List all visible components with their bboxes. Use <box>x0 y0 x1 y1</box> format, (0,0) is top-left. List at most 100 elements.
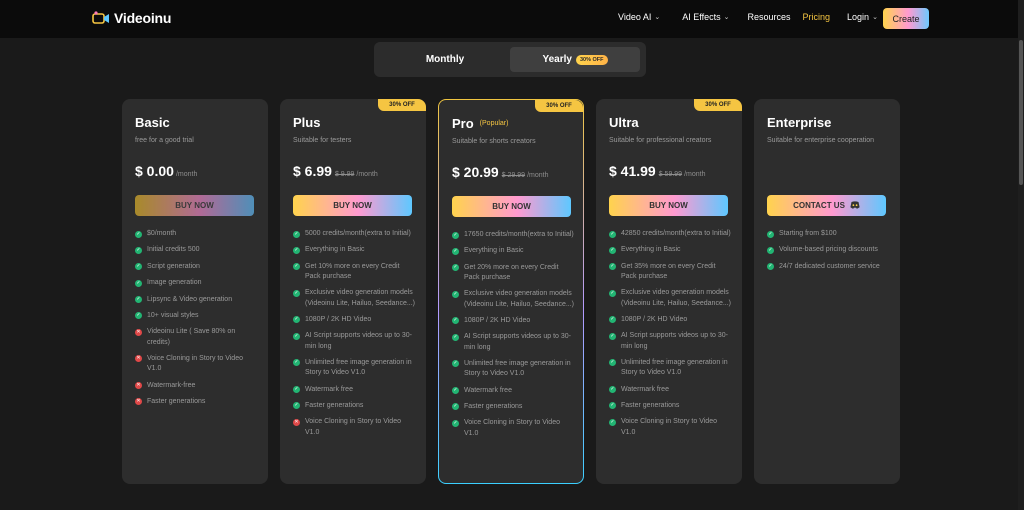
check-icon: ✓ <box>135 296 142 304</box>
feature-item: ✓ Get 35% more on every Credit Pack purc… <box>609 262 733 282</box>
feature-text: Faster generations <box>621 401 680 409</box>
check-icon: ✓ <box>767 263 774 271</box>
feature-item: ✓ AI Script supports videos up to 30-min… <box>293 331 417 351</box>
feature-text: Script generation <box>147 262 200 270</box>
feature-item: ✓ Voice Cloning in Story to Video V1.0 <box>452 418 576 438</box>
feature-item: ✓ Unlimited free image generation in Sto… <box>609 358 733 378</box>
check-icon: ✓ <box>452 247 459 255</box>
nav-item-login[interactable]: Login ⌄ <box>847 12 878 22</box>
plan-title: Basic <box>135 115 170 130</box>
feature-item: ✓ AI Script supports videos up to 30-min… <box>609 331 733 351</box>
pricing-page: Videoinu Video AI ⌄ AI Effects ⌄ Resources Pr… <box>0 0 1024 510</box>
feature-item: ✓ Faster generations <box>452 402 576 412</box>
feature-text: Unlimited free image generation in Story… <box>621 358 728 377</box>
feature-text: 1080P / 2K HD Video <box>305 315 372 323</box>
check-icon: ✓ <box>293 246 300 254</box>
billing-monthly-label: Monthly <box>425 54 465 65</box>
nav-item-resources[interactable]: Resources <box>747 12 790 22</box>
check-icon: ✓ <box>609 402 616 410</box>
check-icon: ✓ <box>609 359 616 367</box>
check-icon: ✓ <box>293 230 300 238</box>
check-icon: ✓ <box>135 312 142 320</box>
feature-text: AI Script supports videos up to 30-min l… <box>464 333 571 351</box>
create-button[interactable]: Create <box>883 8 929 29</box>
feature-text: Watermark free <box>464 386 512 394</box>
nav-item-label: Resources <box>747 12 791 22</box>
check-icon: ✓ <box>452 387 459 395</box>
page-scrollbar[interactable] <box>1018 0 1024 510</box>
top-nav-bar: Videoinu Video AI ⌄ AI Effects ⌄ Resources Pr… <box>0 0 1024 38</box>
feature-text: Voice Cloning in Story to Video V1.0 <box>305 418 401 436</box>
cross-icon: ✕ <box>135 398 142 406</box>
check-icon: ✓ <box>609 263 616 271</box>
price-period: /month <box>175 171 198 178</box>
nav-item-label: Login <box>847 12 870 22</box>
nav-item-video-ai[interactable]: Video AI ⌄ <box>618 12 660 22</box>
discord-icon <box>850 200 860 211</box>
plan-title: Plus <box>293 115 320 130</box>
plan-card-basic: Basic free for a good trial $ 0.00/month … <box>122 99 268 484</box>
feature-text: 42850 credits/month(extra to Initial) <box>621 230 731 237</box>
button-label: BUY NOW <box>333 201 372 210</box>
billing-monthly-option[interactable]: Monthly <box>380 47 510 72</box>
feature-item: ✓ $0/month <box>135 229 259 239</box>
check-icon: ✓ <box>293 289 300 297</box>
price-period: /month <box>527 172 549 179</box>
logo-text: Videoinu <box>114 10 172 26</box>
buy-now-button[interactable]: BUY NOW <box>452 196 571 217</box>
cross-icon: ✕ <box>293 418 300 426</box>
check-icon: ✓ <box>452 264 459 272</box>
plan-description: Suitable for enterprise cooperation <box>767 137 875 144</box>
feature-item: ✕ Videoinu Lite ( Save 80% on credits) <box>135 327 259 347</box>
nav-item-pricing[interactable]: Pricing <box>803 12 831 22</box>
billing-yearly-option[interactable]: Yearly 30% OFF <box>510 47 640 72</box>
plan-name: Pro <box>452 116 474 131</box>
buy-now-button[interactable]: BUY NOW <box>609 195 728 216</box>
feature-text: Faster generations <box>147 397 206 405</box>
feature-item: ✕ Watermark-free <box>135 381 259 391</box>
buy-now-button[interactable]: BUY NOW <box>135 195 254 216</box>
check-icon: ✓ <box>293 316 300 324</box>
check-icon: ✓ <box>609 332 616 340</box>
logo[interactable]: Videoinu <box>92 10 171 26</box>
check-icon: ✓ <box>452 360 459 368</box>
plan-name: Enterprise <box>767 115 832 130</box>
scrollbar-thumb[interactable] <box>1019 40 1023 185</box>
plan-price: $ 41.99 <box>609 163 656 179</box>
check-icon: ✓ <box>609 289 616 297</box>
feature-text: $0/month <box>147 230 177 237</box>
feature-item: ✓ Unlimited free image generation in Sto… <box>293 358 417 378</box>
button-label: BUY NOW <box>492 202 531 211</box>
plan-title: Ultra <box>609 115 639 130</box>
feature-text: Exclusive video generation models (Video… <box>464 290 574 308</box>
feature-list: ✓ 5000 credits/month(extra to Initial) ✓… <box>293 229 417 444</box>
feature-item: ✓ Script generation <box>135 262 259 272</box>
plan-card-pro: 30% OFF Pro (Popular) Suitable for shorts c… <box>438 99 584 484</box>
price-row: $ 6.99 $ 9.99/month <box>293 163 378 179</box>
feature-text: Unlimited free image generation in Story… <box>305 358 412 377</box>
plan-name: Plus <box>293 115 321 130</box>
feature-text: AI Script supports videos up to 30-min l… <box>621 332 728 350</box>
feature-text: Watermark-free <box>147 381 196 389</box>
plan-card-enterprise: Enterprise Suitable for enterprise cooper… <box>754 99 900 484</box>
feature-item: ✓ Starting from $100 <box>767 229 891 239</box>
feature-text: Starting from $100 <box>779 230 837 237</box>
feature-item: ✓ Everything in Basic <box>452 246 576 256</box>
nav-item-label: Pricing <box>802 12 831 22</box>
check-icon: ✓ <box>293 332 300 340</box>
feature-list: ✓ 42850 credits/month(extra to Initial) … <box>609 229 733 444</box>
feature-item: ✓ Watermark free <box>609 385 733 395</box>
contact-us-button[interactable]: CONTACT US <box>767 195 886 216</box>
feature-item: ✓ Everything in Basic <box>609 245 733 255</box>
cross-icon: ✕ <box>135 382 142 390</box>
feature-text: Watermark free <box>305 385 353 393</box>
feature-text: Get 20% more on every Credit Pack purcha… <box>464 263 559 281</box>
discount-badge: 30% OFF <box>378 99 426 111</box>
check-icon: ✓ <box>135 246 142 254</box>
feature-item: ✓ 1080P / 2K HD Video <box>452 316 576 326</box>
main-nav: Video AI ⌄ AI Effects ⌄ Resources Pricing Logi… <box>618 12 878 22</box>
buy-now-button[interactable]: BUY NOW <box>293 195 412 216</box>
check-icon: ✓ <box>452 290 459 298</box>
feature-item: ✓ Volume-based pricing discounts <box>767 245 891 255</box>
nav-item-ai-effects[interactable]: AI Effects ⌄ <box>682 12 729 22</box>
